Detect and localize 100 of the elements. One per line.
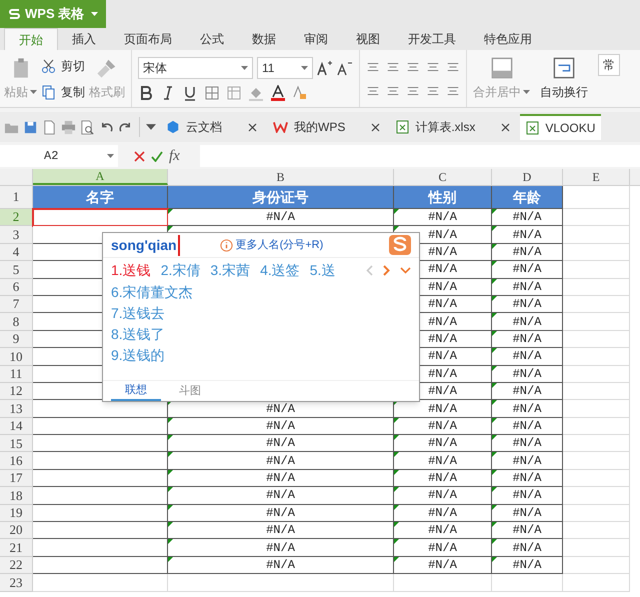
table-cell: #N/A xyxy=(394,487,492,505)
column-header[interactable]: E xyxy=(563,169,630,185)
row-header[interactable]: 20 xyxy=(0,522,33,540)
ime-tab[interactable]: 联想 xyxy=(111,381,161,401)
font-size-select[interactable]: 11 xyxy=(257,56,313,78)
row-header[interactable]: 18 xyxy=(0,487,33,505)
wrap-text-button[interactable]: 自动换行 xyxy=(540,82,588,100)
row-header[interactable]: 14 xyxy=(0,418,33,436)
ribbon-tab[interactable]: 插入 xyxy=(58,28,110,50)
table-cell: #N/A xyxy=(168,487,394,505)
table-cell: #N/A xyxy=(394,418,492,436)
table-cell: #N/A xyxy=(168,470,394,488)
row-header[interactable]: 9 xyxy=(0,330,33,348)
row-header[interactable]: 13 xyxy=(0,400,33,418)
table-cell: #N/A xyxy=(394,452,492,470)
row-header[interactable]: 1 xyxy=(0,186,33,209)
table-cell: #N/A xyxy=(394,209,492,226)
row-header[interactable]: 15 xyxy=(0,435,33,452)
table-cell: #N/A xyxy=(492,522,563,540)
table-cell: #N/A xyxy=(492,296,563,314)
ribbon-tab[interactable]: 开发工具 xyxy=(394,28,470,50)
table-cell: #N/A xyxy=(492,539,563,557)
table-cell: #N/A xyxy=(394,400,492,418)
row-header[interactable]: 11 xyxy=(0,366,33,383)
row-header[interactable]: 16 xyxy=(0,452,33,470)
ribbon-tab[interactable]: 视图 xyxy=(342,28,394,50)
document-tab[interactable]: 云文档 xyxy=(160,114,263,140)
table-cell: #N/A xyxy=(492,470,563,488)
row-header[interactable]: 2 xyxy=(0,209,33,226)
candidate-word[interactable]: 1.送钱 xyxy=(111,260,151,280)
table-cell: #N/A xyxy=(168,556,394,574)
row-header[interactable]: 6 xyxy=(0,278,33,296)
pinyin-input[interactable]: song'qian xyxy=(111,234,180,256)
table-cell: #N/A xyxy=(492,330,563,348)
row-header[interactable]: 5 xyxy=(0,261,33,279)
table-cell: #N/A xyxy=(492,452,563,470)
ribbon-tab[interactable]: 公式 xyxy=(186,28,238,50)
table-cell: #N/A xyxy=(492,418,563,436)
table-cell: #N/A xyxy=(168,418,394,436)
table-cell: #N/A xyxy=(168,539,394,557)
document-tab[interactable]: VLOOKU xyxy=(520,114,602,140)
table-cell: #N/A xyxy=(492,313,563,331)
table-cell: #N/A xyxy=(394,522,492,540)
table-cell: #N/A xyxy=(394,539,492,557)
document-tab[interactable]: 我的WPS xyxy=(267,114,386,140)
row-header[interactable]: 21 xyxy=(0,539,33,557)
name-box[interactable]: A2 xyxy=(0,145,118,167)
document-tab[interactable]: 计算表.xlsx xyxy=(390,114,516,140)
table-cell: #N/A xyxy=(394,435,492,452)
row-header[interactable]: 17 xyxy=(0,470,33,488)
ribbon-tab[interactable]: 特色应用 xyxy=(470,28,546,50)
table-cell: #N/A xyxy=(492,556,563,574)
ribbon-tab[interactable]: 页面布局 xyxy=(110,28,186,50)
name-hint: 更多人名(分号+R) xyxy=(236,238,324,253)
font-select[interactable]: 宋体 xyxy=(138,56,253,78)
table-cell: #N/A xyxy=(492,278,563,296)
table-cell: #N/A xyxy=(492,504,563,522)
row-header[interactable]: 22 xyxy=(0,556,33,574)
table-cell: #N/A xyxy=(492,209,563,226)
table-cell: #N/A xyxy=(168,452,394,470)
table-cell: #N/A xyxy=(168,522,394,540)
row-header[interactable]: 3 xyxy=(0,226,33,244)
column-heading: 年龄 xyxy=(492,186,563,209)
row-header[interactable]: 8 xyxy=(0,313,33,331)
ribbon-tab[interactable]: 审阅 xyxy=(290,28,342,50)
table-cell: #N/A xyxy=(394,504,492,522)
table-cell: #N/A xyxy=(168,435,394,452)
table-cell: #N/A xyxy=(168,209,394,226)
row-header[interactable]: 4 xyxy=(0,244,33,262)
table-cell: #N/A xyxy=(492,226,563,244)
column-header[interactable]: B xyxy=(168,169,394,185)
table-cell: #N/A xyxy=(492,366,563,383)
table-cell: #N/A xyxy=(492,261,563,279)
ribbon-tab[interactable]: 数据 xyxy=(238,28,290,50)
row-header[interactable]: 19 xyxy=(0,504,33,522)
row-header[interactable]: 12 xyxy=(0,382,33,400)
row-header[interactable]: 7 xyxy=(0,296,33,314)
table-cell: #N/A xyxy=(492,244,563,262)
column-header[interactable]: D xyxy=(492,169,563,185)
table-cell: #N/A xyxy=(492,348,563,366)
table-cell: #N/A xyxy=(168,504,394,522)
row-header[interactable]: 10 xyxy=(0,348,33,366)
column-header[interactable]: C xyxy=(394,169,492,185)
copy-button[interactable]: 复制 xyxy=(61,82,85,100)
cut-button[interactable]: 剪切 xyxy=(61,56,85,74)
table-cell: #N/A xyxy=(492,382,563,400)
column-heading: 性别 xyxy=(394,186,492,209)
table-cell: #N/A xyxy=(394,556,492,574)
ime-tab[interactable]: 斗图 xyxy=(165,381,215,401)
insert-function-button[interactable]: fx xyxy=(169,144,180,168)
row-header[interactable]: 23 xyxy=(0,574,33,592)
table-cell: #N/A xyxy=(394,470,492,488)
app-title: WPS 表格 xyxy=(25,5,84,24)
column-heading: 名字 xyxy=(33,186,168,209)
number-format-select[interactable]: 常 xyxy=(598,54,620,76)
column-heading: 身份证号 xyxy=(168,186,394,209)
column-header[interactable]: A xyxy=(33,169,168,185)
ribbon-tab[interactable]: 开始 xyxy=(4,28,58,50)
table-cell: #N/A xyxy=(492,435,563,452)
table-cell: #N/A xyxy=(492,400,563,418)
